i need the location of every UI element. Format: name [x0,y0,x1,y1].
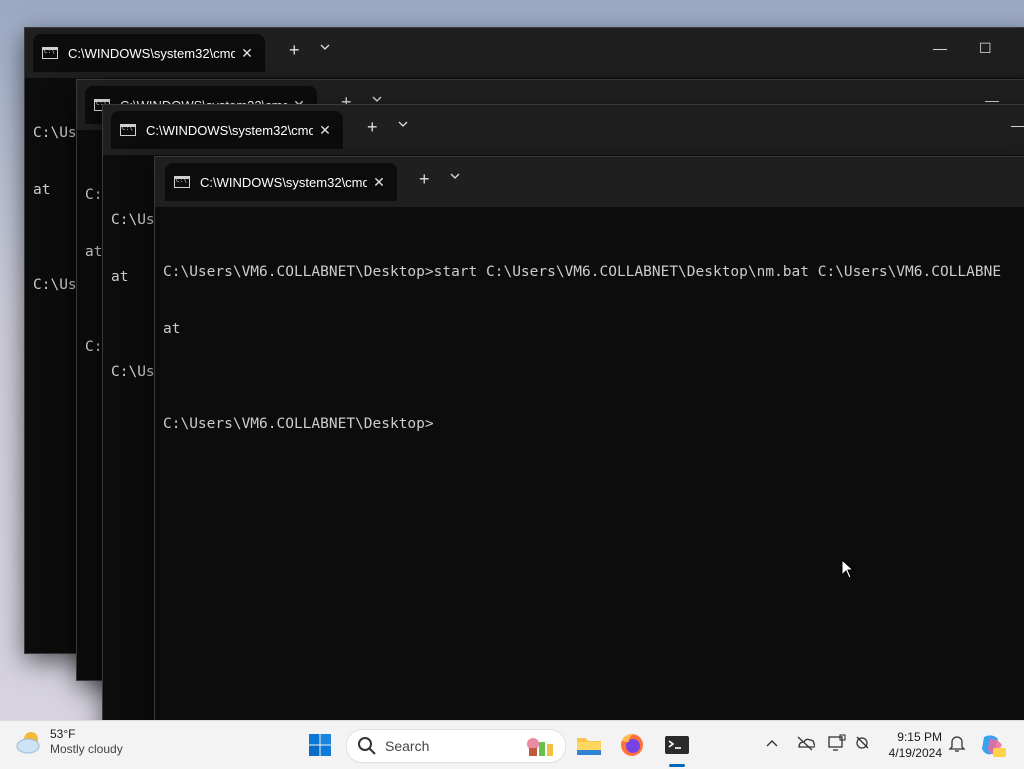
cmd-icon [42,47,58,59]
display-icon[interactable] [827,733,847,753]
weather-condition: Mostly cloudy [50,742,123,756]
notification-bell-icon[interactable] [948,733,966,753]
weather-widget[interactable]: 53°F Mostly cloudy [14,727,123,756]
chevron-down-icon[interactable] [398,120,408,128]
system-clock[interactable]: 9:15 PM 4/19/2024 [880,729,942,761]
terminal-app-icon[interactable] [661,729,693,761]
terminal-tab[interactable]: C:\WINDOWS\system32\cmd. ✕ [111,111,343,149]
new-tab-button[interactable]: + [367,117,378,138]
maximize-button[interactable]: ☐ [979,40,992,57]
output-line: at [163,321,181,337]
onedrive-offline-icon[interactable] [795,733,815,753]
prompt-line[interactable]: C:\Users\VM6.COLLABNET\Desktop> [163,415,1024,434]
copilot-icon[interactable] [976,729,1008,761]
output-line: C:\Users\VM6.COLLABNET\Desktop>start C:\… [163,264,1002,280]
taskbar-search[interactable]: Search [346,729,566,763]
cmd-icon [120,124,136,136]
tab-title: C:\WINDOWS\system32\cmd. [200,174,367,190]
tab-title: C:\WINDOWS\system32\cmd. [146,122,313,138]
file-explorer-icon[interactable] [573,729,605,761]
minimize-button[interactable]: — [1011,117,1024,133]
terminal-titlebar[interactable]: C:\WINDOWS\system32\cmd. ✕ + [155,157,1024,207]
minimize-button[interactable]: — [933,40,947,56]
network-volume-icon[interactable] [853,733,873,753]
cmd-icon [174,176,190,188]
new-tab-button[interactable]: + [419,169,430,190]
terminal-window-4[interactable]: C:\WINDOWS\system32\cmd. ✕ + C:\Users\VM… [155,157,1024,737]
terminal-titlebar[interactable]: C:\WINDOWS\system32\cmd. ✕ + — ☐ [25,28,1024,78]
mouse-cursor-icon [841,559,855,579]
search-placeholder: Search [385,738,430,754]
close-tab-icon[interactable]: ✕ [235,45,259,62]
new-tab-button[interactable]: + [289,40,300,61]
clock-date: 4/19/2024 [888,746,942,760]
firefox-icon[interactable] [616,729,648,761]
search-highlight-icon [527,738,553,756]
chevron-down-icon[interactable] [450,172,460,180]
taskbar: 53°F Mostly cloudy Search 9:15 PM 4/19/2… [0,720,1024,769]
close-tab-icon[interactable]: ✕ [367,174,391,191]
chevron-down-icon[interactable] [320,43,330,51]
weather-temperature: 53°F [50,727,76,741]
search-icon [358,737,376,755]
chevron-down-icon[interactable] [372,95,382,103]
terminal-titlebar[interactable]: C:\WINDOWS\system32\cmd. ✕ + — [103,105,1024,155]
start-windows-icon[interactable] [304,729,336,761]
chevron-up-icon[interactable] [765,733,779,753]
terminal-tab[interactable]: C:\WINDOWS\system32\cmd. ✕ [165,163,397,201]
active-app-indicator [669,764,685,767]
cloudy-weather-icon [16,731,40,753]
tab-title: C:\WINDOWS\system32\cmd. [68,45,235,61]
close-tab-icon[interactable]: ✕ [313,122,337,139]
clock-time: 9:15 PM [897,730,942,744]
terminal-output[interactable]: C:\Users\VM6.COLLABNET\Desktop>start C:\… [163,225,1024,472]
terminal-tab[interactable]: C:\WINDOWS\system32\cmd. ✕ [33,34,265,72]
